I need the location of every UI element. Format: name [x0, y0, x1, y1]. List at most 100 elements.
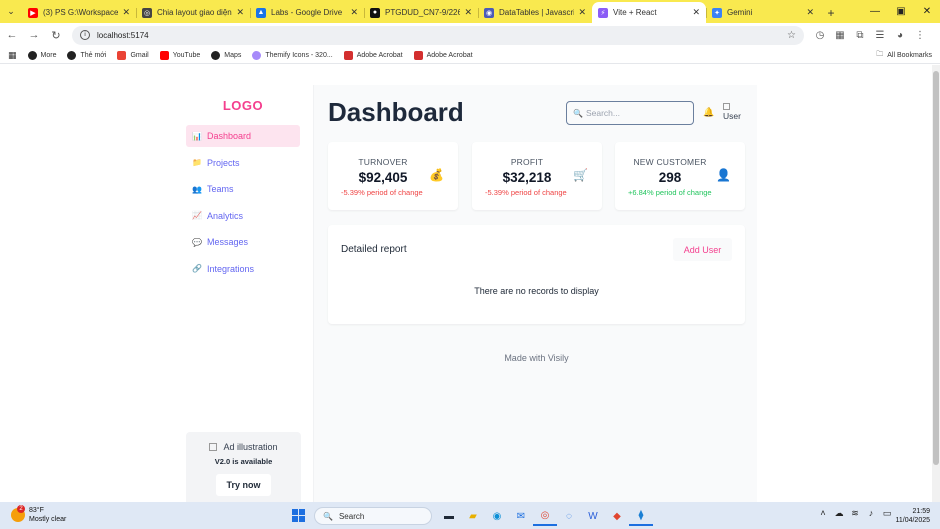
paint-icon[interactable]: ◆: [605, 506, 629, 526]
profile-avatar-icon[interactable]: ◕: [890, 25, 910, 45]
clock-date: 11/04/2025: [895, 517, 930, 524]
start-windows-icon[interactable]: [292, 509, 305, 522]
bookmark-label: Maps: [224, 51, 242, 59]
line-chart-icon: 📈: [192, 211, 202, 220]
sidebar-item-messages[interactable]: 💬 Messages: [186, 231, 300, 253]
github-favicon-icon: ●: [370, 7, 380, 18]
scrollbar-thumb[interactable]: [933, 71, 939, 465]
taskbar-search[interactable]: 🔍 Search: [314, 507, 432, 525]
clock-time: 21:59: [912, 508, 930, 515]
wifi-icon[interactable]: ≋: [847, 508, 863, 519]
broken-image-icon: [209, 443, 218, 451]
bookmark-item[interactable]: Themify Icons - 320...: [252, 50, 333, 60]
browser-tab[interactable]: ◉ DataTables | Javascript tal ✕: [478, 2, 592, 23]
mail-icon[interactable]: ✉: [509, 506, 533, 526]
browser-tab[interactable]: ▲ Labs - Google Drive ✕: [250, 2, 364, 23]
speaker-icon[interactable]: ♪: [863, 508, 879, 519]
all-bookmarks[interactable]: 🗀 All Bookmarks: [876, 50, 932, 61]
windows-taskbar: 2 83°F Mostly clear 🔍 Search ▬ ▰ ◉ ✉ ◎ ◌…: [0, 502, 940, 529]
maximize-icon[interactable]: ▣: [888, 0, 914, 22]
main-content: Dashboard 🔍 Search... 🔔 User TURNOVER $9…: [314, 85, 757, 502]
tab-close-icon[interactable]: ✕: [578, 7, 586, 18]
page-scrollbar[interactable]: [932, 65, 940, 502]
chrome-icon[interactable]: ◎: [533, 506, 557, 526]
add-user-button[interactable]: Add User: [673, 238, 732, 261]
sidebar-item-projects[interactable]: 📁 Projects: [186, 152, 300, 174]
logo[interactable]: LOGO: [173, 98, 313, 113]
url-bar[interactable]: i localhost:5174 ☆: [72, 25, 804, 45]
sidebar-item-dashboard[interactable]: 📊 Dashboard: [186, 125, 300, 147]
bookmark-item[interactable]: Maps: [211, 50, 242, 60]
edge-icon[interactable]: ◉: [485, 506, 509, 526]
all-bookmarks-label: All Bookmarks: [887, 52, 932, 59]
file-explorer-icon[interactable]: ▰: [461, 506, 485, 526]
tab-close-icon[interactable]: ✕: [122, 7, 130, 18]
bell-icon[interactable]: 🔔: [703, 107, 714, 118]
tab-title: PTGDUD_CN7-9/226478: [385, 8, 461, 17]
bookmark-item[interactable]: Adobe Acrobat: [343, 50, 403, 60]
back-arrow-icon[interactable]: ←: [2, 25, 22, 45]
themify-icon: [252, 50, 262, 60]
sidebar-item-label: Messages: [207, 237, 249, 247]
bookmark-star-icon[interactable]: ☆: [787, 30, 796, 41]
tab-close-icon[interactable]: ✕: [692, 7, 700, 18]
stat-label: NEW CUSTOMER: [633, 157, 707, 167]
reading-list-icon[interactable]: ☰: [870, 25, 890, 45]
apps-grid-icon[interactable]: ▦: [8, 50, 17, 61]
browser-tab[interactable]: ● PTGDUD_CN7-9/226478 ✕: [364, 2, 478, 23]
sidebar-item-teams[interactable]: 👥 Teams: [186, 178, 300, 200]
stat-change: +6.84% period of change: [628, 188, 712, 197]
search-input[interactable]: 🔍 Search...: [566, 101, 694, 125]
tab-search-chevron-icon[interactable]: ⌄: [0, 0, 22, 23]
folder-icon: 📁: [192, 158, 202, 167]
browser-tab[interactable]: ▶ (3) PS G:\Workspace\Stu ✕: [22, 2, 136, 23]
battery-icon[interactable]: ▭: [879, 508, 895, 519]
task-view-icon[interactable]: ▬: [437, 506, 461, 526]
tab-close-icon[interactable]: ✕: [806, 7, 814, 18]
reload-icon[interactable]: ↻: [46, 25, 66, 45]
stat-change: -5.39% period of change: [485, 188, 567, 197]
bookmark-item[interactable]: Adobe Acrobat: [413, 50, 473, 60]
folder-icon: 🗀: [876, 51, 884, 58]
extension-compass-icon[interactable]: ◷: [810, 25, 830, 45]
site-info-icon[interactable]: i: [80, 30, 90, 40]
forward-arrow-icon[interactable]: →: [24, 25, 44, 45]
chevron-up-icon[interactable]: ˄: [815, 508, 831, 519]
bookmark-item[interactable]: YouTube: [159, 50, 200, 60]
bookmark-item[interactable]: More: [27, 50, 56, 60]
kebab-menu-icon[interactable]: ⋮: [910, 25, 930, 45]
system-tray: ˄ ☁ ≋ ♪ ▭: [815, 508, 895, 519]
taskbar-search-label: Search: [338, 511, 365, 521]
bookmark-label: Themify Icons - 320...: [265, 51, 333, 59]
bookmark-item[interactable]: Gmail: [117, 50, 149, 60]
browser-tab-strip: ⌄ ▶ (3) PS G:\Workspace\Stu ✕ ◎ Chia lay…: [0, 0, 940, 23]
new-tab-plus-icon[interactable]: +: [820, 2, 842, 23]
window-controls: — ▣ ✕: [862, 0, 940, 22]
avatar-alt: User: [723, 111, 741, 121]
stat-value: $92,405: [358, 170, 408, 185]
word-icon[interactable]: W: [581, 506, 605, 526]
minimize-icon[interactable]: —: [862, 0, 888, 22]
browser-tab[interactable]: ◎ Chia layout giao diện Re ✕: [136, 2, 250, 23]
browser-tab-active[interactable]: ⚡ Vite + React ✕: [592, 2, 706, 23]
taskbar-clock[interactable]: 21:59 11/04/2025: [895, 507, 930, 525]
bookmark-item[interactable]: Thẻ mới: [67, 50, 106, 60]
extension-media-icon[interactable]: ▦: [830, 25, 850, 45]
cloud-icon[interactable]: ☁: [831, 508, 847, 519]
avatar[interactable]: User: [723, 103, 741, 121]
extensions-puzzle-icon[interactable]: ⧉: [850, 25, 870, 45]
try-now-button[interactable]: Try now: [216, 474, 271, 496]
tab-close-icon[interactable]: ✕: [236, 7, 244, 18]
stat-change: -5.39% period of change: [341, 188, 423, 197]
url-text[interactable]: localhost:5174: [97, 31, 787, 40]
sidebar-item-integrations[interactable]: 🔗 Integrations: [186, 258, 300, 280]
browser-tab[interactable]: ✦ Gemini ✕: [706, 2, 820, 23]
zalo-icon[interactable]: ◌: [557, 506, 581, 526]
vscode-icon[interactable]: ⧫: [629, 506, 653, 526]
weather-widget[interactable]: 2 83°F Mostly clear: [11, 505, 66, 524]
tab-close-icon[interactable]: ✕: [464, 7, 472, 18]
sidebar-item-analytics[interactable]: 📈 Analytics: [186, 205, 300, 227]
close-window-icon[interactable]: ✕: [914, 0, 940, 22]
sidebar-item-label: Integrations: [207, 263, 255, 274]
tab-close-icon[interactable]: ✕: [350, 7, 358, 18]
